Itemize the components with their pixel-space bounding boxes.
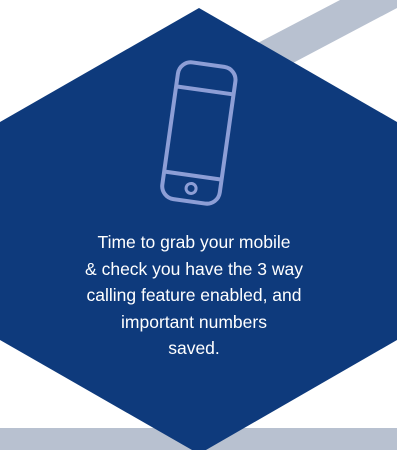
message-line: important numbers (121, 311, 267, 332)
hexagon-graphic (0, 0, 397, 450)
message-line: & check you have the 3 way (85, 258, 303, 279)
message-line: saved. (168, 338, 220, 358)
message-line: calling feature enabled, and (86, 285, 302, 305)
instruction-text: Time to grab your mobile & check you hav… (40, 229, 348, 362)
infographic-card: Time to grab your mobile & check you hav… (0, 0, 397, 450)
message-line: Time to grab your mobile (97, 232, 291, 252)
